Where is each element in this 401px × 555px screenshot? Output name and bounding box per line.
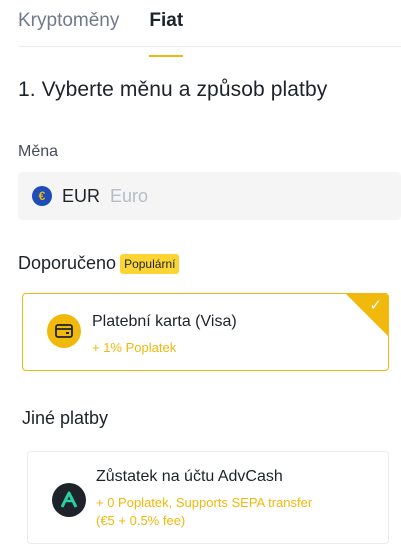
euro-symbol: € [38,189,46,203]
payment-method-fee: + 1% Poplatek [92,340,177,355]
currency-code: EUR [62,185,101,206]
payment-method-card-advcash[interactable]: Zůstatek na účtu AdvCash + 0 Poplatek, S… [27,451,389,544]
tabs-divider [18,46,401,47]
payment-method-fee: + 0 Poplatek, Supports SEPA transfer (€5… [96,494,381,530]
recommended-label: Doporučeno [18,253,117,273]
advcash-icon [52,483,86,517]
tab-crypto[interactable]: Kryptoměny [18,10,119,46]
euro-coin-icon: € [32,186,52,206]
check-icon: ✓ [369,297,382,314]
step-title: 1. Vyberte měnu a způsob platby [18,78,328,101]
fee-line-2: (€5 + 0.5% fee) [96,513,186,528]
other-payments-label: Jiné platby [22,408,109,428]
currency-name: Euro [110,185,149,206]
currency-select[interactable]: € EUR Euro [18,172,401,220]
payment-method-title: Zůstatek na účtu AdvCash [96,468,283,485]
currency-label: Měna [18,143,59,160]
payment-method-card-visa[interactable]: Platební karta (Visa) + 1% Poplatek ✓ [22,293,389,371]
tab-fiat[interactable]: Fiat [149,10,183,57]
card-icon [47,314,81,348]
payment-method-title: Platební karta (Visa) [92,313,237,330]
tab-bar: Kryptoměny Fiat [18,10,183,57]
fee-line-1: + 0 Poplatek, Supports SEPA transfer [96,495,313,510]
recommended-header: Doporučeno Populární [18,253,180,274]
popular-badge: Populární [120,253,180,274]
